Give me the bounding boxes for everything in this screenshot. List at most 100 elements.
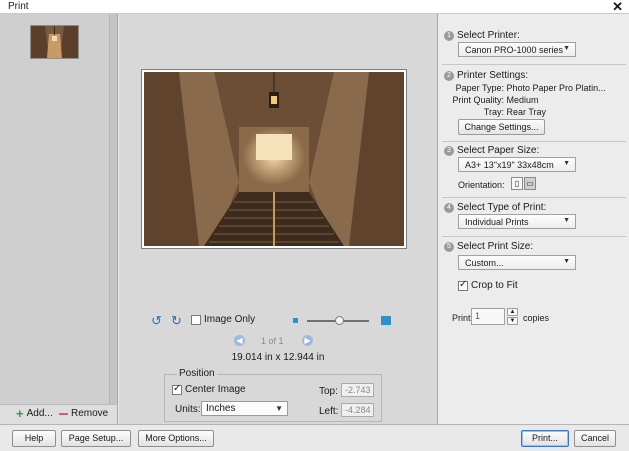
- print-quality-row: Print Quality: Medium: [434, 95, 539, 105]
- step-number-3: 3: [444, 145, 454, 156]
- chevron-down-icon: ▼: [563, 217, 570, 224]
- more-options-button[interactable]: More Options...: [138, 430, 214, 447]
- remove-button[interactable]: Remove: [59, 408, 108, 419]
- minus-icon: [59, 412, 68, 415]
- add-label: Add...: [26, 408, 53, 419]
- step-print-size: 5 Select Print Size:: [444, 241, 533, 252]
- print-size-label: Select Print Size:: [457, 241, 534, 252]
- paper-type-label: Paper Type:: [455, 83, 504, 93]
- print-preview: [141, 69, 407, 249]
- crop-to-fit-box[interactable]: [458, 279, 468, 291]
- top-field[interactable]: -2.743: [341, 383, 374, 397]
- plus-icon: +: [16, 405, 24, 421]
- type-of-print-label: Select Type of Print:: [457, 202, 547, 213]
- print-button[interactable]: Print...: [521, 430, 569, 447]
- step-number-1: 1: [444, 30, 454, 41]
- crop-to-fit-label: Crop to Fit: [471, 280, 518, 291]
- copies-input[interactable]: 1: [471, 308, 505, 325]
- divider: [442, 197, 626, 198]
- paper-size-dropdown[interactable]: A3+ 13"x19" 33x48cm ▼: [458, 157, 576, 172]
- zoom-in-icon[interactable]: [381, 316, 391, 325]
- preview-panel: ↺ ↻ Image Only ◀ 1 of 1 ▶ 19.014 in x 12…: [119, 14, 437, 424]
- center-image-box[interactable]: [172, 383, 182, 395]
- chevron-down-icon: ▼: [563, 160, 570, 167]
- remove-label: Remove: [71, 408, 109, 419]
- rotate-left-icon[interactable]: ↺: [151, 314, 162, 327]
- printer-settings-label: Printer Settings:: [457, 70, 529, 81]
- print-size-dropdown[interactable]: Custom... ▼: [458, 255, 576, 270]
- divider: [442, 236, 626, 237]
- dialog-footer: Help Page Setup... More Options... Print…: [0, 424, 629, 451]
- step-printer-settings: 2 Printer Settings:: [444, 70, 528, 81]
- print-quality-value: Medium: [506, 95, 539, 105]
- chevron-down-icon: ▼: [563, 45, 570, 52]
- step-number-2: 2: [444, 70, 454, 81]
- divider: [442, 141, 626, 142]
- thumbnail-panel: [0, 14, 118, 404]
- copies-label: copies: [523, 313, 550, 323]
- step-paper-size: 3 Select Paper Size:: [444, 145, 539, 156]
- center-image-checkbox[interactable]: Center Image: [172, 383, 246, 395]
- paper-type-value: Photo Paper Pro Platin...: [506, 83, 606, 93]
- paper-type-row: Paper Type: Photo Paper Pro Platin...: [434, 83, 606, 93]
- page-navigator: ◀ 1 of 1 ▶: [232, 335, 316, 347]
- print-quality-label: Print Quality:: [452, 95, 504, 105]
- spin-up-icon[interactable]: ▲: [507, 308, 518, 316]
- close-icon[interactable]: ✕: [612, 0, 623, 15]
- orientation-label: Orientation:: [458, 180, 505, 190]
- settings-panel: 1 Select Printer: Canon PRO-1000 series …: [437, 14, 629, 424]
- preview-controls: ↺ ↻ Image Only: [151, 314, 401, 328]
- rotate-right-icon[interactable]: ↻: [171, 314, 182, 327]
- chevron-down-icon: ▼: [275, 404, 283, 413]
- image-only-label: Image Only: [204, 314, 256, 325]
- change-settings-button[interactable]: Change Settings...: [458, 119, 545, 135]
- left-field[interactable]: -4.284: [341, 403, 374, 417]
- paper-size-value: A3+ 13"x19" 33x48cm: [465, 160, 554, 170]
- cancel-button[interactable]: Cancel: [574, 430, 616, 447]
- left-label: Left:: [319, 406, 339, 417]
- thumbnail-scrollbar[interactable]: [109, 14, 117, 404]
- select-printer-label: Select Printer:: [457, 30, 520, 41]
- units-value: Inches: [206, 403, 236, 414]
- step-select-printer: 1 Select Printer:: [444, 30, 520, 41]
- top-label: Top:: [319, 386, 338, 397]
- step-type-of-print: 4 Select Type of Print:: [444, 202, 546, 213]
- photo-thumbnail[interactable]: [30, 25, 79, 59]
- position-legend: Position: [177, 368, 217, 379]
- type-of-print-value: Individual Prints: [465, 217, 529, 227]
- landscape-orientation-button[interactable]: ▭: [524, 177, 536, 190]
- zoom-out-icon[interactable]: [293, 318, 298, 323]
- type-of-print-dropdown[interactable]: Individual Prints ▼: [458, 214, 576, 229]
- zoom-slider-handle[interactable]: [334, 316, 344, 325]
- chevron-down-icon: ▼: [563, 258, 570, 265]
- copies-print-label: Print: [452, 313, 471, 323]
- page-setup-button[interactable]: Page Setup...: [61, 430, 131, 447]
- window-title: Print: [8, 1, 29, 12]
- print-size-value: Custom...: [465, 258, 504, 268]
- tray-label: Tray:: [483, 107, 504, 117]
- step-number-5: 5: [444, 241, 454, 252]
- chevron-right-icon[interactable]: ▶: [302, 335, 313, 346]
- chevron-left-icon[interactable]: ◀: [234, 335, 245, 346]
- help-button[interactable]: Help: [12, 430, 56, 447]
- thumbnail-toolbar: + Add... Remove: [0, 404, 118, 424]
- image-only-box[interactable]: [191, 314, 201, 325]
- printer-value: Canon PRO-1000 series: [465, 45, 564, 55]
- image-only-checkbox[interactable]: Image Only: [191, 314, 255, 325]
- add-button[interactable]: + Add...: [16, 405, 53, 421]
- units-dropdown[interactable]: Inches ▼: [201, 401, 288, 416]
- title-bar: Print ✕: [0, 0, 629, 14]
- preview-photo: [144, 72, 404, 246]
- tray-value: Rear Tray: [506, 107, 547, 117]
- printer-dropdown[interactable]: Canon PRO-1000 series ▼: [458, 42, 576, 57]
- spin-down-icon[interactable]: ▼: [507, 317, 518, 325]
- paper-size-label: Select Paper Size:: [457, 145, 540, 156]
- portrait-orientation-button[interactable]: ▯: [511, 177, 523, 190]
- crop-to-fit-checkbox[interactable]: Crop to Fit: [458, 279, 518, 291]
- center-image-label: Center Image: [185, 384, 246, 395]
- divider: [442, 64, 626, 65]
- tray-row: Tray: Rear Tray: [434, 107, 546, 117]
- step-number-4: 4: [444, 202, 454, 213]
- page-indicator: 1 of 1: [261, 336, 284, 346]
- units-label: Units:: [175, 404, 201, 415]
